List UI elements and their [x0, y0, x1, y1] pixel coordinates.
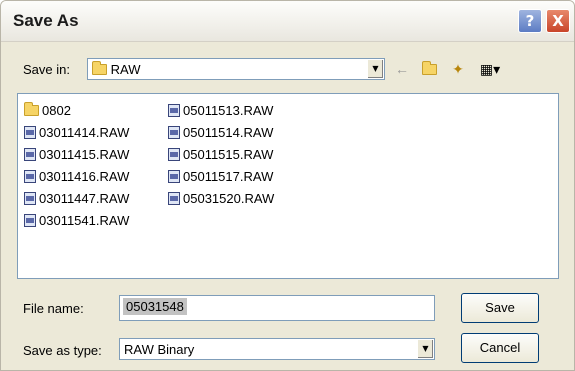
file-item[interactable]: 03011416.RAW: [24, 166, 129, 188]
raw-file-icon: [168, 104, 180, 117]
back-icon[interactable]: ←: [393, 59, 411, 79]
title-bar[interactable]: Save As ? X: [1, 1, 574, 42]
raw-file-icon: [24, 170, 36, 183]
window-title: Save As: [13, 11, 79, 30]
file-column-1: 0802 03011414.RAW 03011415.RAW 03011416.…: [24, 100, 129, 232]
help-icon: ?: [525, 12, 535, 30]
up-folder-icon-shape: [421, 61, 437, 75]
raw-file-icon: [24, 148, 36, 161]
save-as-type-label: Save as type:: [23, 343, 102, 358]
save-as-dialog: Save As ? X Save in: RAW ▼ ← ✦ ▦▾ 0802 0…: [0, 0, 575, 371]
file-item[interactable]: 05011515.RAW: [168, 144, 274, 166]
save-in-dropdown[interactable]: RAW ▼: [87, 58, 385, 80]
raw-file-icon: [24, 214, 36, 227]
file-list[interactable]: 0802 03011414.RAW 03011415.RAW 03011416.…: [17, 93, 559, 279]
file-name-input[interactable]: 05031548: [119, 295, 435, 321]
help-button[interactable]: ?: [518, 9, 542, 33]
file-item[interactable]: 05011514.RAW: [168, 122, 274, 144]
close-button[interactable]: X: [546, 9, 570, 33]
chevron-down-icon[interactable]: ▼: [417, 340, 433, 358]
folder-icon: [92, 61, 107, 75]
raw-file-icon: [168, 192, 180, 205]
close-icon: X: [552, 12, 564, 30]
raw-file-icon: [168, 126, 180, 139]
file-item[interactable]: 03011541.RAW: [24, 210, 129, 232]
save-in-label: Save in:: [23, 62, 70, 77]
chevron-down-icon[interactable]: ▼: [367, 60, 383, 78]
cancel-button[interactable]: Cancel: [461, 333, 539, 363]
file-name-label: File name:: [23, 301, 84, 316]
file-item[interactable]: 05031520.RAW: [168, 188, 274, 210]
file-column-2: 05011513.RAW 05011514.RAW 05011515.RAW 0…: [168, 100, 274, 210]
up-folder-icon[interactable]: [419, 59, 439, 79]
save-button[interactable]: Save: [461, 293, 539, 323]
raw-file-icon: [24, 126, 36, 139]
folder-item[interactable]: 0802: [24, 100, 129, 122]
file-item[interactable]: 03011414.RAW: [24, 122, 129, 144]
folder-icon: [24, 102, 39, 116]
save-as-type-value: RAW Binary: [124, 342, 195, 357]
file-item[interactable]: 05011517.RAW: [168, 166, 274, 188]
raw-file-icon: [168, 170, 180, 183]
raw-file-icon: [168, 148, 180, 161]
new-folder-icon[interactable]: ✦: [447, 59, 469, 79]
save-as-type-dropdown[interactable]: RAW Binary ▼: [119, 338, 435, 360]
file-item[interactable]: 03011447.RAW: [24, 188, 129, 210]
file-item[interactable]: 05011513.RAW: [168, 100, 274, 122]
raw-file-icon: [24, 192, 36, 205]
file-name-value: 05031548: [123, 298, 187, 315]
file-item[interactable]: 03011415.RAW: [24, 144, 129, 166]
save-in-value: RAW: [92, 61, 140, 77]
views-menu-icon[interactable]: ▦▾: [475, 59, 505, 79]
